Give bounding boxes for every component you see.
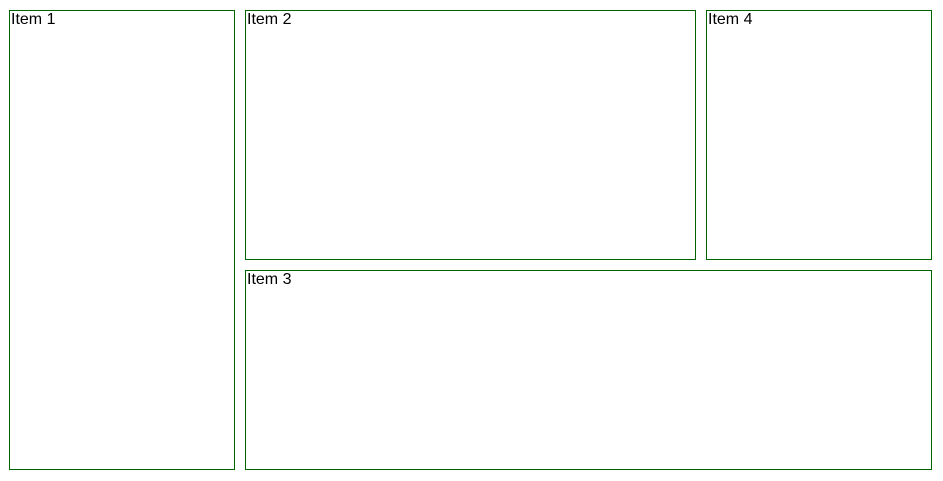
- grid-item-1: Item 1: [9, 10, 235, 470]
- grid-item-1-label: Item 1: [11, 11, 56, 28]
- grid-item-2: Item 2: [245, 10, 696, 260]
- grid-item-2-label: Item 2: [247, 11, 292, 28]
- grid-item-3-label: Item 3: [247, 271, 292, 288]
- grid-item-4: Item 4: [706, 10, 932, 260]
- grid-container: Item 1 Item 2 Item 4 Item 3: [0, 0, 943, 481]
- grid-item-3: Item 3: [245, 270, 932, 470]
- grid-item-4-label: Item 4: [708, 11, 753, 28]
